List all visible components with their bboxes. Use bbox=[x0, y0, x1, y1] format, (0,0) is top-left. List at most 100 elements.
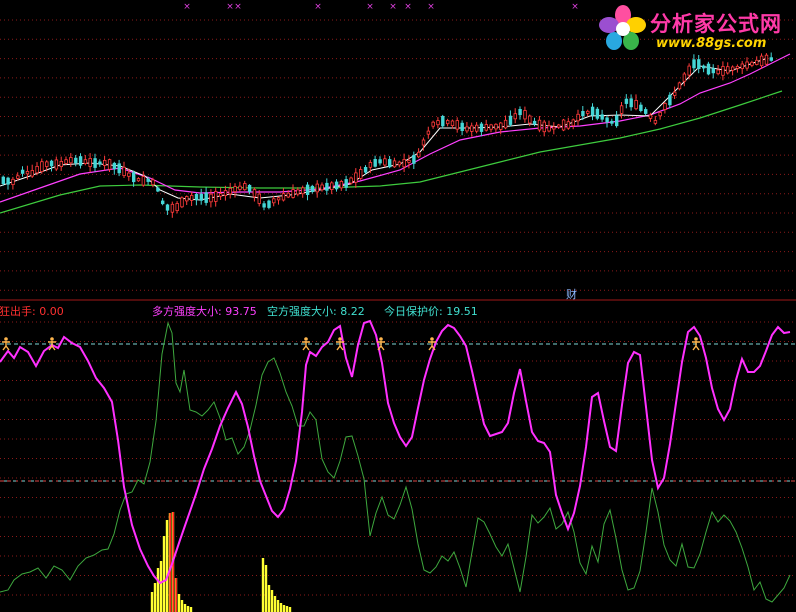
candle-up bbox=[528, 115, 532, 124]
candle-up bbox=[436, 120, 440, 126]
ma-short-line bbox=[0, 57, 769, 201]
candle-up bbox=[673, 91, 677, 96]
spike-bar bbox=[177, 594, 181, 612]
candle-up bbox=[257, 193, 261, 204]
candle-up bbox=[301, 187, 305, 195]
candle-down bbox=[639, 104, 643, 111]
x-marker: × bbox=[404, 2, 412, 12]
bear-strength-line bbox=[0, 321, 791, 603]
spike-bar bbox=[279, 603, 283, 612]
candle-up bbox=[557, 124, 561, 128]
candle-up bbox=[634, 100, 638, 110]
candle-up bbox=[296, 189, 300, 195]
candle-down bbox=[117, 163, 121, 174]
candle-down bbox=[378, 159, 382, 164]
candle-up bbox=[426, 130, 431, 135]
x-marker: × bbox=[389, 2, 397, 12]
candle-down bbox=[160, 200, 165, 205]
candle-up bbox=[185, 196, 189, 202]
candle-up bbox=[223, 190, 228, 196]
header-item-4-value: 19.51 bbox=[446, 305, 478, 318]
candle-down bbox=[156, 187, 160, 192]
candle-down bbox=[600, 114, 604, 120]
spike-bar-core bbox=[175, 578, 177, 612]
candle-up bbox=[750, 61, 754, 66]
candle-up bbox=[677, 82, 682, 90]
candle-down bbox=[204, 192, 208, 203]
candle-up bbox=[687, 65, 691, 76]
candle-up bbox=[189, 194, 194, 201]
candle-up bbox=[349, 177, 353, 184]
header-item-1-value: 0.00 bbox=[39, 305, 64, 318]
candle-up bbox=[122, 166, 126, 177]
candle-down bbox=[165, 204, 170, 211]
spike-bar-core bbox=[169, 513, 171, 612]
x-marker: × bbox=[314, 2, 322, 12]
candle-up bbox=[233, 186, 237, 193]
candle-down bbox=[441, 116, 445, 127]
candle-up bbox=[252, 189, 257, 198]
candle-down bbox=[247, 184, 252, 192]
candle-up bbox=[141, 176, 146, 186]
candle-down bbox=[112, 162, 117, 170]
candle-down bbox=[20, 169, 25, 174]
candle-up bbox=[228, 187, 232, 195]
candle-down bbox=[624, 98, 629, 104]
candle-down bbox=[373, 158, 377, 167]
moving-averages bbox=[0, 53, 791, 214]
candle-up bbox=[30, 170, 34, 177]
indicator-series bbox=[0, 319, 791, 603]
figure-head bbox=[430, 337, 434, 341]
candle-up bbox=[503, 119, 508, 129]
candle-up bbox=[759, 55, 764, 67]
candle-down bbox=[610, 120, 614, 124]
candle-up bbox=[586, 110, 590, 114]
candle-down bbox=[769, 57, 773, 61]
spike-bar bbox=[183, 604, 187, 612]
top-x-markers: × × × × × × × × × bbox=[183, 2, 579, 12]
spike-bar bbox=[276, 600, 280, 612]
figure-head bbox=[304, 337, 308, 341]
candle-up bbox=[170, 203, 175, 213]
spike-bar bbox=[273, 596, 277, 612]
candle-up bbox=[721, 66, 725, 76]
header-item-4: 今日保护价: 19.51 bbox=[384, 303, 478, 319]
bull-strength-line bbox=[0, 319, 791, 585]
header-item-1-label: 疯狂出手: bbox=[0, 305, 36, 318]
candle-up bbox=[214, 191, 218, 202]
spike-bar bbox=[267, 585, 271, 612]
figure-body bbox=[692, 341, 700, 351]
candle-up bbox=[40, 161, 44, 172]
candle-up bbox=[619, 105, 624, 114]
candle-up bbox=[470, 125, 474, 132]
candle-up bbox=[209, 193, 213, 203]
candle-up bbox=[566, 121, 571, 129]
candle-up bbox=[576, 113, 580, 122]
candle-up bbox=[682, 73, 687, 82]
candle-up bbox=[547, 125, 551, 132]
candle-up bbox=[416, 151, 421, 158]
figure-head bbox=[50, 337, 54, 341]
spike-bar bbox=[261, 558, 265, 612]
header-item-3: 空方强度大小: 8.22 bbox=[267, 303, 365, 319]
candle-up bbox=[499, 122, 503, 130]
candle-down bbox=[615, 115, 619, 127]
candle-up bbox=[735, 66, 740, 69]
candle-up bbox=[286, 192, 290, 198]
candle-up bbox=[392, 160, 397, 168]
divider-label: 财 bbox=[566, 288, 577, 301]
header-item-1: 疯狂出手: 0.00 bbox=[0, 303, 64, 319]
candle-up bbox=[243, 183, 247, 191]
candle-up bbox=[484, 124, 488, 131]
header-item-3-label: 空方强度大小: bbox=[267, 305, 337, 318]
spike-bar bbox=[270, 590, 274, 612]
watermark-title: 分析家公式网 bbox=[650, 12, 782, 36]
candle-down bbox=[702, 65, 706, 69]
candle-down bbox=[49, 160, 54, 167]
candle-down bbox=[605, 117, 609, 123]
figure-body bbox=[2, 341, 10, 351]
candle-down bbox=[78, 156, 83, 166]
candle-up bbox=[64, 159, 68, 164]
candle-up bbox=[383, 158, 387, 166]
candle-up bbox=[552, 126, 556, 130]
